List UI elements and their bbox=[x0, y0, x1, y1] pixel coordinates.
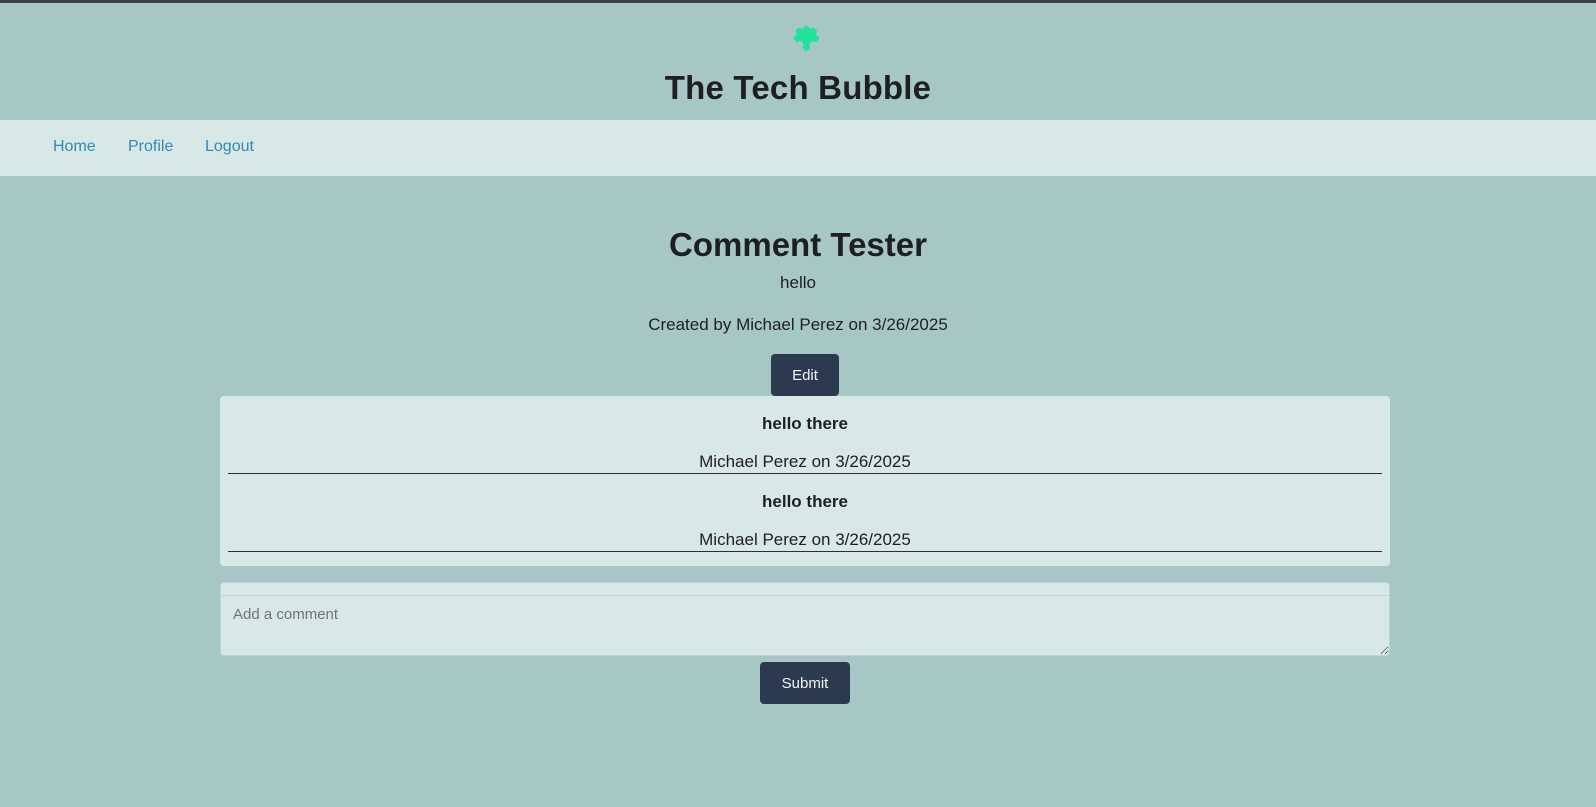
comment-meta: Michael Perez on 3/26/2025 bbox=[699, 530, 911, 549]
submit-button[interactable]: Submit bbox=[760, 662, 850, 704]
comment-item: hello there Michael Perez on 3/26/2025 bbox=[228, 474, 1382, 552]
puzzle-piece-icon bbox=[792, 24, 820, 52]
comment-form-header bbox=[220, 582, 1390, 596]
comment-text: hello there bbox=[762, 492, 848, 511]
site-title: The Tech Bubble bbox=[664, 69, 932, 106]
comment-text: hello there bbox=[762, 414, 848, 433]
nav-logout-link[interactable]: Logout bbox=[205, 138, 254, 156]
edit-button[interactable]: Edit bbox=[771, 354, 839, 396]
comment-item: hello there Michael Perez on 3/26/2025 bbox=[228, 396, 1382, 474]
post-body: hello bbox=[780, 273, 816, 292]
navbar: Home Profile Logout bbox=[0, 120, 1596, 176]
comment-input[interactable] bbox=[220, 595, 1390, 656]
comment-meta: Michael Perez on 3/26/2025 bbox=[699, 452, 911, 471]
nav-profile-link[interactable]: Profile bbox=[128, 138, 173, 156]
comments-list: hello there Michael Perez on 3/26/2025 h… bbox=[220, 396, 1390, 566]
post-meta: Created by Michael Perez on 3/26/2025 bbox=[648, 315, 948, 334]
post-title: Comment Tester bbox=[669, 226, 927, 263]
main-content: Comment Tester hello Created by Michael … bbox=[0, 176, 1596, 807]
site-header: The Tech Bubble bbox=[0, 3, 1596, 120]
nav-home-link[interactable]: Home bbox=[53, 138, 96, 156]
